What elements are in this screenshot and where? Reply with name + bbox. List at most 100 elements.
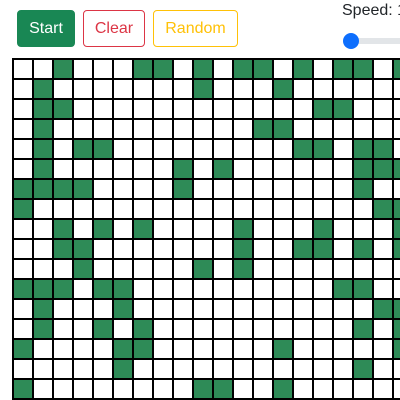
- grid-cell-dead[interactable]: [154, 380, 174, 400]
- grid-cell-dead[interactable]: [74, 340, 94, 360]
- grid-cell-dead[interactable]: [94, 60, 114, 80]
- grid-cell-dead[interactable]: [334, 200, 354, 220]
- grid-cell-alive[interactable]: [54, 280, 74, 300]
- grid-cell-alive[interactable]: [94, 220, 114, 240]
- grid-cell-dead[interactable]: [114, 220, 134, 240]
- grid-cell-alive[interactable]: [274, 380, 294, 400]
- grid-cell-dead[interactable]: [254, 360, 274, 380]
- clear-button[interactable]: Clear: [83, 10, 145, 47]
- grid-cell-dead[interactable]: [274, 220, 294, 240]
- grid-cell-dead[interactable]: [134, 200, 154, 220]
- grid-cell-dead[interactable]: [234, 380, 254, 400]
- grid-cell-dead[interactable]: [254, 180, 274, 200]
- grid-cell-dead[interactable]: [174, 200, 194, 220]
- grid-cell-dead[interactable]: [54, 340, 74, 360]
- grid-cell-alive[interactable]: [194, 60, 214, 80]
- grid-cell-alive[interactable]: [94, 320, 114, 340]
- grid-cell-dead[interactable]: [334, 320, 354, 340]
- grid-cell-alive[interactable]: [54, 100, 74, 120]
- grid-cell-alive[interactable]: [34, 320, 54, 340]
- grid-cell-dead[interactable]: [94, 160, 114, 180]
- grid-cell-dead[interactable]: [134, 360, 154, 380]
- grid-cell-alive[interactable]: [374, 160, 394, 180]
- grid-cell-dead[interactable]: [174, 280, 194, 300]
- grid-cell-alive[interactable]: [374, 140, 394, 160]
- grid-cell-dead[interactable]: [254, 320, 274, 340]
- grid-cell-dead[interactable]: [134, 280, 154, 300]
- grid-cell-dead[interactable]: [234, 160, 254, 180]
- grid-cell-dead[interactable]: [334, 140, 354, 160]
- grid-cell-dead[interactable]: [314, 300, 334, 320]
- grid-cell-dead[interactable]: [114, 180, 134, 200]
- grid-cell-dead[interactable]: [154, 220, 174, 240]
- grid-cell-dead[interactable]: [314, 60, 334, 80]
- grid-cell-alive[interactable]: [314, 100, 334, 120]
- grid-cell-alive[interactable]: [134, 220, 154, 240]
- grid-cell-alive[interactable]: [134, 340, 154, 360]
- grid-cell-dead[interactable]: [394, 80, 400, 100]
- grid-cell-dead[interactable]: [234, 360, 254, 380]
- grid-cell-dead[interactable]: [194, 200, 214, 220]
- grid-cell-dead[interactable]: [14, 220, 34, 240]
- grid-cell-dead[interactable]: [14, 120, 34, 140]
- grid-cell-dead[interactable]: [314, 360, 334, 380]
- grid-cell-alive[interactable]: [394, 60, 400, 80]
- grid-cell-alive[interactable]: [294, 240, 314, 260]
- grid-cell-dead[interactable]: [114, 160, 134, 180]
- grid-cell-dead[interactable]: [14, 240, 34, 260]
- grid-cell-dead[interactable]: [34, 340, 54, 360]
- grid-cell-dead[interactable]: [374, 380, 394, 400]
- grid-cell-dead[interactable]: [274, 260, 294, 280]
- grid-cell-dead[interactable]: [394, 100, 400, 120]
- grid-cell-dead[interactable]: [354, 120, 374, 140]
- grid-cell-alive[interactable]: [74, 140, 94, 160]
- grid-cell-dead[interactable]: [314, 180, 334, 200]
- grid-cell-dead[interactable]: [54, 300, 74, 320]
- grid-cell-dead[interactable]: [374, 100, 394, 120]
- grid-cell-alive[interactable]: [34, 140, 54, 160]
- grid-cell-dead[interactable]: [394, 280, 400, 300]
- grid-cell-alive[interactable]: [374, 300, 394, 320]
- grid-cell-alive[interactable]: [214, 160, 234, 180]
- grid-cell-dead[interactable]: [14, 160, 34, 180]
- grid-cell-dead[interactable]: [274, 140, 294, 160]
- grid-cell-dead[interactable]: [374, 180, 394, 200]
- grid-cell-dead[interactable]: [334, 360, 354, 380]
- grid-cell-dead[interactable]: [254, 280, 274, 300]
- grid-cell-dead[interactable]: [74, 160, 94, 180]
- grid-cell-dead[interactable]: [214, 340, 234, 360]
- grid-cell-dead[interactable]: [74, 100, 94, 120]
- grid-cell-dead[interactable]: [94, 100, 114, 120]
- grid-cell-dead[interactable]: [374, 340, 394, 360]
- grid-cell-dead[interactable]: [134, 380, 154, 400]
- grid-cell-alive[interactable]: [54, 240, 74, 260]
- grid-cell-dead[interactable]: [254, 380, 274, 400]
- grid-cell-dead[interactable]: [154, 200, 174, 220]
- grid-cell-dead[interactable]: [174, 320, 194, 340]
- grid-cell-dead[interactable]: [274, 360, 294, 380]
- grid-cell-alive[interactable]: [94, 140, 114, 160]
- grid-cell-dead[interactable]: [194, 220, 214, 240]
- grid-cell-dead[interactable]: [374, 120, 394, 140]
- grid-cell-dead[interactable]: [354, 340, 374, 360]
- grid-cell-dead[interactable]: [154, 300, 174, 320]
- grid-cell-alive[interactable]: [14, 280, 34, 300]
- grid-cell-dead[interactable]: [174, 60, 194, 80]
- grid-cell-dead[interactable]: [174, 120, 194, 140]
- grid-cell-alive[interactable]: [274, 120, 294, 140]
- grid-cell-dead[interactable]: [394, 260, 400, 280]
- grid-cell-alive[interactable]: [274, 340, 294, 360]
- grid-cell-dead[interactable]: [74, 300, 94, 320]
- start-button[interactable]: Start: [17, 10, 75, 47]
- grid-cell-dead[interactable]: [274, 60, 294, 80]
- grid-cell-alive[interactable]: [234, 60, 254, 80]
- grid-cell-dead[interactable]: [274, 300, 294, 320]
- grid-cell-dead[interactable]: [154, 260, 174, 280]
- grid-cell-dead[interactable]: [74, 200, 94, 220]
- grid-cell-dead[interactable]: [34, 220, 54, 240]
- grid-cell-alive[interactable]: [114, 280, 134, 300]
- grid-cell-dead[interactable]: [194, 160, 214, 180]
- grid-cell-alive[interactable]: [394, 220, 400, 240]
- grid-cell-dead[interactable]: [274, 160, 294, 180]
- grid-cell-alive[interactable]: [194, 80, 214, 100]
